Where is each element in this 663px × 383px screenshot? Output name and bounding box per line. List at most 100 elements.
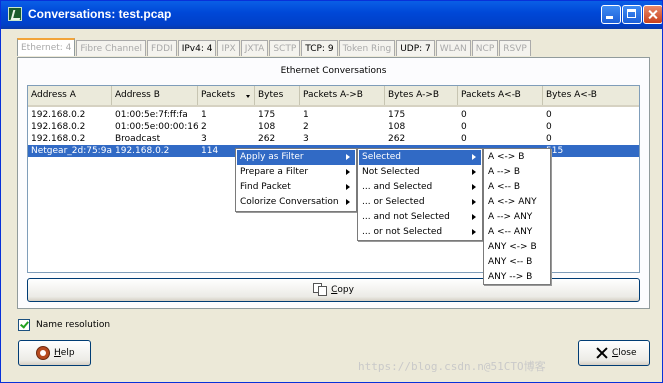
cell-bytes-a-to-b: 262 [388,134,406,144]
minimize-icon[interactable] [601,5,621,24]
close-button[interactable]: Close [578,340,650,366]
tab-rsvp[interactable]: RSVP [499,40,531,56]
menu-item-a-to-b[interactable]: A --> B [485,165,549,180]
maximize-icon[interactable] [622,5,642,24]
cell-packets: 2 [201,122,207,132]
close-x-icon [596,347,608,359]
cell-packets-b-to-a: 0 [461,110,467,120]
submenu-arrow-icon [472,169,476,175]
cell-address-b: Broadcast [115,134,161,144]
conversations-window: Conversations: test.pcap Ethernet: 4 Fib… [0,0,663,383]
tab-sctp[interactable]: SCTP [269,40,301,56]
submenu-arrow-icon [472,184,476,190]
column-address-a[interactable]: Address A [28,86,112,105]
submenu-arrow-icon [346,199,350,205]
menu-item-a-from-any[interactable]: A <-- ANY [485,225,549,240]
cell-bytes-a-to-b: 175 [388,110,406,120]
tab-tcp[interactable]: TCP: 9 [301,40,338,56]
tab-token-ring[interactable]: Token Ring [338,40,396,56]
cell-address-a: 192.168.0.2 [31,122,86,132]
tab-jxta[interactable]: JXTA [240,40,269,56]
cell-packets: 1 [201,110,207,120]
table-row[interactable]: 192.168.0.2 01:00:5e:00:00:16 2 108 2 10… [28,121,639,133]
tab-wlan[interactable]: WLAN [435,40,471,56]
column-packets-b-to-a[interactable]: Packets A<-B [458,86,543,105]
cell-bytes: 108 [258,122,276,132]
table-row[interactable]: 192.168.0.2 Broadcast 3 262 3 262 0 0 [28,133,639,145]
panel-title: Ethernet Conversations [280,66,387,76]
cell-address-b: 01:00:5e:00:00:16 [115,122,198,132]
tab-fibre-channel[interactable]: Fibre Channel [76,40,146,56]
menu-item-label: ... and Selected [362,182,433,192]
cell-bytes-a-to-b: 108 [388,122,406,132]
name-resolution-label: Name resolution [36,320,111,330]
title-bar[interactable]: Conversations: test.pcap [1,1,662,29]
submenu-arrow-icon [472,229,476,235]
cell-address-a: Netgear_2d:75:9a [31,146,112,156]
column-bytes[interactable]: Bytes [255,86,300,105]
sort-descending-icon [246,95,250,98]
menu-item-a-both-b[interactable]: A <-> B [485,150,549,165]
menu-item-a-both-any[interactable]: A <-> ANY [485,195,549,210]
cell-address-a: 192.168.0.2 [31,110,86,120]
column-packets[interactable]: Packets [198,86,255,105]
column-address-b[interactable]: Address B [112,86,198,105]
cell-packets-a-to-b: 3 [303,134,309,144]
cell-packets-a-to-b: 2 [303,122,309,132]
column-bytes-b-to-a[interactable]: Bytes A<-B [543,86,639,105]
menu-item-any-both-b[interactable]: ANY <-> B [485,240,549,255]
submenu-arrow-icon [472,154,476,160]
menu-item-apply-as-filter[interactable]: Apply as Filter [237,150,355,165]
menu-item-label: Prepare a Filter [240,167,309,177]
menu-item-or-not-selected[interactable]: ... or not Selected [359,225,481,240]
menu-item-not-selected[interactable]: Not Selected [359,165,481,180]
submenu-arrow-icon [346,184,350,190]
menu-item-find-packet[interactable]: Find Packet [237,180,355,195]
menu-item-and-not-selected[interactable]: ... and not Selected [359,210,481,225]
menu-item-a-from-b[interactable]: A <-- B [485,180,549,195]
menu-item-label: ... or Selected [362,197,425,207]
menu-item-label: ... and not Selected [362,212,450,222]
submenu-arrow-icon [346,169,350,175]
menu-item-label: ... or not Selected [362,227,443,237]
watermark: https://blog.csdn.n@51CTO博客 [358,360,546,373]
help-label-rest: elp [60,348,75,358]
copy-label-rest: opy [337,285,354,295]
column-packets-label: Packets [201,90,236,100]
help-label: Help [54,341,75,365]
menu-item-any-to-b[interactable]: ANY --> B [485,270,549,285]
tab-udp[interactable]: UDP: 7 [396,40,435,56]
cell-packets-a-to-b: 1 [303,110,309,120]
menu-item-and-selected[interactable]: ... and Selected [359,180,481,195]
cell-bytes-b-to-a: 0 [546,122,552,132]
column-bytes-a-to-b[interactable]: Bytes A->B [385,86,458,105]
help-button[interactable]: Help [18,340,91,366]
menu-item-label: Colorize Conversation [240,197,339,207]
cell-bytes: 175 [258,110,276,120]
name-resolution-checkbox[interactable] [18,319,30,331]
cell-bytes: 262 [258,134,276,144]
menu-item-or-selected[interactable]: ... or Selected [359,195,481,210]
tab-fddi[interactable]: FDDI [146,40,177,56]
filter-submenu: Selected Not Selected ... and Selected .… [357,148,483,241]
menu-item-a-to-any[interactable]: A --> ANY [485,210,549,225]
close-window-icon[interactable] [643,5,662,24]
copy-icon [313,283,328,296]
tab-ethernet[interactable]: Ethernet: 4 [17,38,76,56]
submenu-arrow-icon [472,199,476,205]
tab-ipv4[interactable]: IPv4: 4 [177,40,217,56]
tab-ipx[interactable]: IPX [217,40,240,56]
tab-ncp[interactable]: NCP [471,40,499,56]
menu-item-colorize-conversation[interactable]: Colorize Conversation [237,195,355,210]
column-packets-a-to-b[interactable]: Packets A->B [300,86,385,105]
menu-item-prepare-a-filter[interactable]: Prepare a Filter [237,165,355,180]
close-label: Close [612,341,637,365]
submenu-arrow-icon [346,154,350,160]
menu-item-selected[interactable]: Selected [359,150,481,165]
context-menu: Apply as Filter Prepare a Filter Find Pa… [235,148,357,212]
menu-item-label: Find Packet [240,182,291,192]
menu-item-any-from-b[interactable]: ANY <-- B [485,255,549,270]
table-row[interactable]: 192.168.0.2 01:00:5e:7f:ff:fa 1 175 1 17… [28,109,639,121]
cell-packets: 3 [201,134,207,144]
menu-item-label: Apply as Filter [240,152,304,162]
